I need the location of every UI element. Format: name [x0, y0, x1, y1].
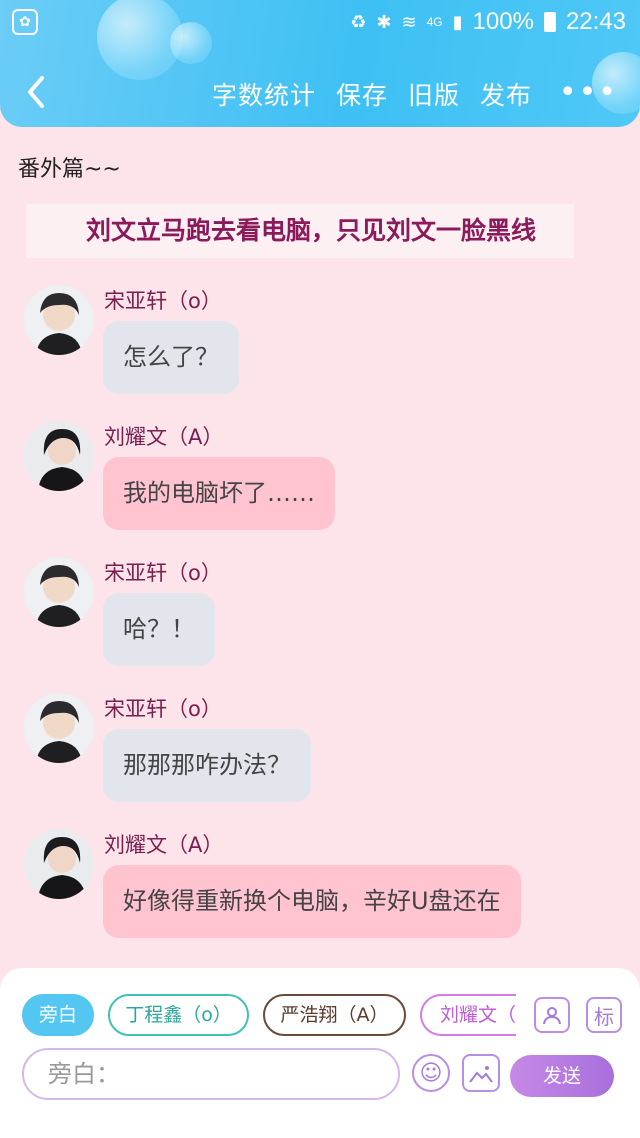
speaker-name: 宋亚轩（o） — [104, 561, 222, 585]
speaker-name: 刘耀文（A） — [104, 833, 224, 857]
signal-icon: ▮ — [452, 11, 463, 32]
chip-yan-haoxiang[interactable]: 严浩翔（A） — [263, 994, 406, 1036]
status-icons: ♻ ✱ ≋ 4G ▮ 100% 22:43 — [350, 8, 626, 36]
composer-panel: 旁白 丁程鑫（o） 严浩翔（A） 刘耀文（A） 标 旁白： ☺ 发送 — [0, 968, 640, 1138]
nav-actions: 字数统计 保存 旧版 发布 — [212, 76, 532, 112]
message-input[interactable]: 旁白： — [22, 1048, 400, 1100]
battery-percent: 100% — [472, 8, 534, 35]
message-bubble: 好像得重新换个电脑，辛好U盘还在 — [103, 865, 521, 938]
publish-button[interactable]: 发布 — [480, 76, 532, 112]
chapter-title: 番外篇~~ — [18, 157, 121, 182]
status-bar: ✿ ♻ ✱ ≋ 4G ▮ 100% 22:43 — [0, 0, 640, 44]
network-type: 4G — [426, 15, 443, 29]
old-version-button[interactable]: 旧版 — [408, 76, 460, 112]
avatar — [24, 693, 94, 763]
avatar — [24, 421, 94, 491]
mark-button[interactable]: 标 — [586, 997, 622, 1033]
battery-saver-icon: ♻ — [350, 11, 367, 32]
speaker-name: 刘耀文（A） — [104, 425, 224, 449]
clock: 22:43 — [565, 8, 626, 35]
save-button[interactable]: 保存 — [336, 76, 388, 112]
avatar — [24, 285, 94, 355]
emoji-icon[interactable]: ☺ — [412, 1054, 450, 1092]
wifi-icon: ≋ — [401, 11, 417, 32]
message-bubble: 我的电脑坏了…… — [103, 457, 335, 530]
avatar — [24, 557, 94, 627]
nav-bar: 字数统计 保存 旧版 发布 ••• — [0, 60, 640, 126]
word-count-button[interactable]: 字数统计 — [212, 76, 316, 112]
message-bubble: 哈？！ — [103, 593, 215, 666]
battery-icon — [543, 12, 556, 32]
more-icon[interactable]: ••• — [559, 78, 618, 108]
speaker-name: 宋亚轩（o） — [104, 697, 222, 721]
send-button[interactable]: 发送 — [510, 1055, 614, 1097]
character-manage-icon[interactable] — [534, 997, 570, 1033]
header: ✿ ♻ ✱ ≋ 4G ▮ 100% 22:43 字数统计 保存 旧版 发布 ••… — [0, 0, 640, 127]
chip-liu-yaowen[interactable]: 刘耀文（A） — [420, 994, 516, 1036]
bluetooth-icon: ✱ — [376, 11, 392, 32]
message-bubble: 那那那咋办法？ — [103, 729, 311, 802]
image-icon[interactable] — [462, 1054, 500, 1092]
story-content: 番外篇~~ 刘文立马跑去看电脑，只见刘文一脸黑线 宋亚轩（o） 怎么了？ 刘耀文… — [0, 127, 640, 972]
speaker-name: 宋亚轩（o） — [104, 289, 222, 313]
chip-narration[interactable]: 旁白 — [22, 994, 94, 1036]
narration-block[interactable]: 刘文立马跑去看电脑，只见刘文一脸黑线 — [26, 204, 574, 258]
message-bubble: 怎么了？ — [103, 321, 239, 394]
avatar — [24, 829, 94, 899]
paw-app-icon: ✿ — [12, 9, 38, 35]
chip-ding-chengxin[interactable]: 丁程鑫（o） — [108, 994, 249, 1036]
input-row: 旁白： ☺ 发送 — [0, 1048, 640, 1104]
back-arrow-icon[interactable] — [22, 72, 52, 112]
